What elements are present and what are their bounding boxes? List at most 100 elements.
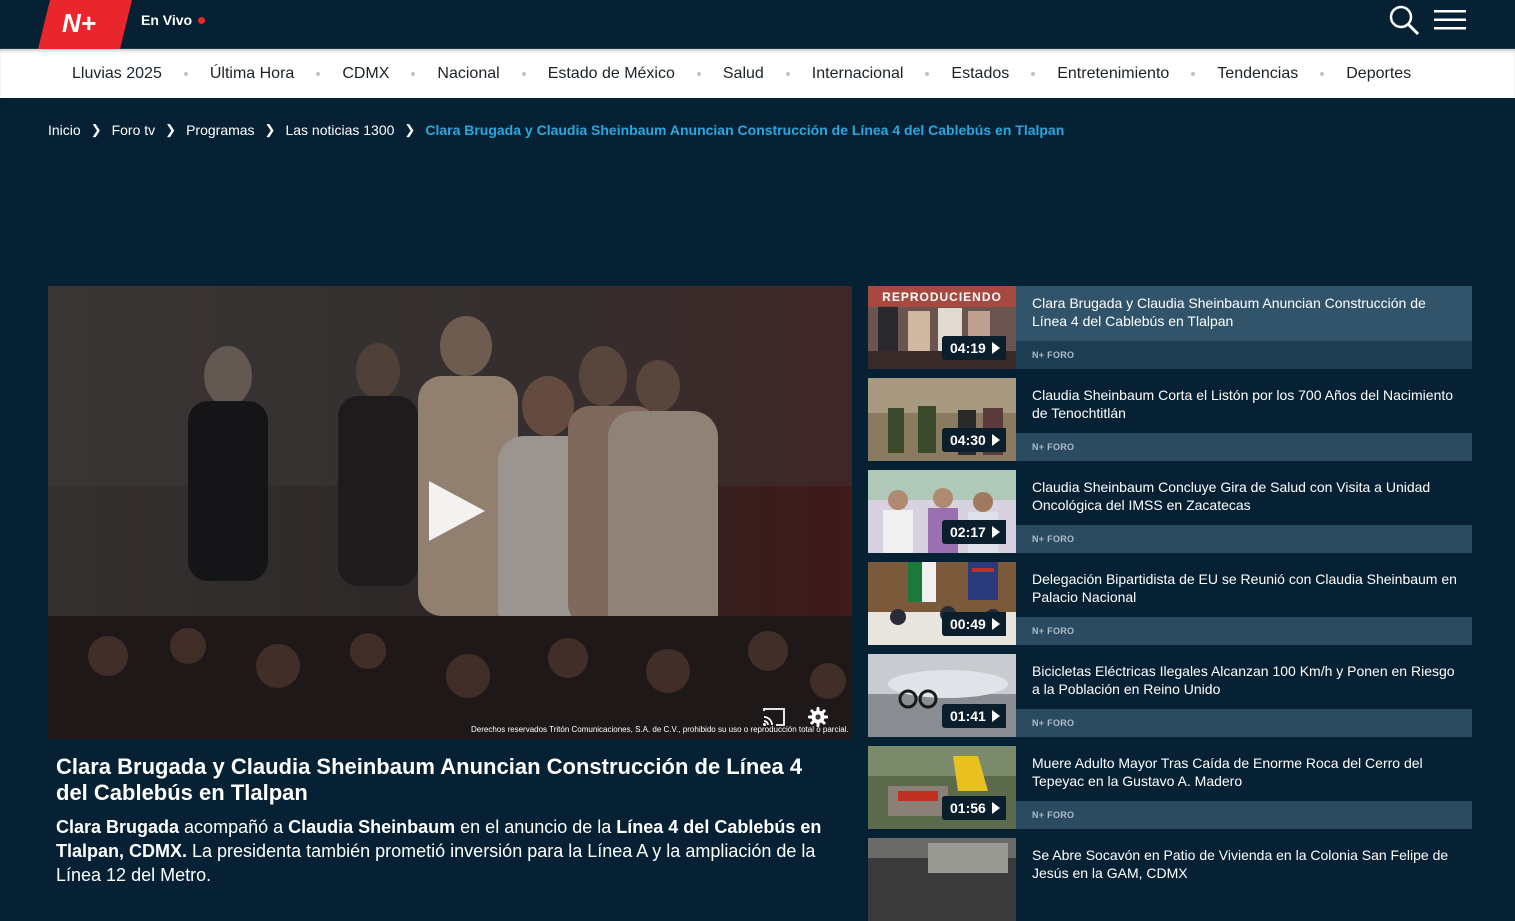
- duration-text: 02:17: [950, 524, 986, 540]
- nav-separator: [1191, 71, 1196, 76]
- live-label: En Vivo: [141, 12, 193, 28]
- play-small-icon: [991, 618, 1000, 630]
- category-nav: Lluvias 2025 Última Hora CDMX Nacional E…: [0, 49, 1515, 98]
- breadcrumb-inicio[interactable]: Inicio: [48, 122, 81, 138]
- nav-item[interactable]: Estados: [951, 65, 1057, 83]
- playlist-item[interactable]: 00:49 Delegación Bipartidista de EU se R…: [868, 562, 1472, 645]
- playlist-thumbnail[interactable]: 00:49: [868, 562, 1016, 645]
- gear-icon[interactable]: [808, 707, 828, 727]
- playlist-item[interactable]: 01:41 Bicicletas Eléctricas Ilegales Alc…: [868, 654, 1472, 737]
- duration-badge: 04:19: [942, 336, 1006, 360]
- cast-icon[interactable]: [762, 707, 786, 727]
- nav-item[interactable]: Internacional: [812, 65, 952, 83]
- breadcrumb-foro-tv[interactable]: Foro tv: [112, 122, 156, 138]
- nav-separator: [1031, 71, 1036, 76]
- playlist-item[interactable]: 01:56 Muere Adulto Mayor Tras Caída de E…: [868, 746, 1472, 829]
- nav-item[interactable]: Tendencias: [1217, 65, 1346, 83]
- playlist-title[interactable]: Delegación Bipartidista de EU se Reunió …: [1032, 570, 1462, 606]
- nav-item[interactable]: Estado de México: [548, 65, 723, 83]
- playlist-item[interactable]: Se Abre Socavón en Patio de Vivienda en …: [868, 838, 1472, 921]
- play-small-icon: [991, 710, 1000, 722]
- duration-badge: 01:56: [942, 796, 1006, 820]
- desc-text: acompañó a: [179, 817, 289, 837]
- playlist-thumbnail[interactable]: [868, 838, 1016, 921]
- live-dot-icon: [198, 17, 206, 24]
- thumbnail-image: [868, 838, 1016, 921]
- search-icon[interactable]: [1388, 4, 1420, 36]
- playlist-item[interactable]: 02:17 Claudia Sheinbaum Concluye Gira de…: [868, 470, 1472, 553]
- play-icon[interactable]: [427, 481, 487, 541]
- video-copyright: Derechos reservados Tritón Comunicacione…: [471, 725, 849, 734]
- now-playing-badge: REPRODUCIENDO: [868, 286, 1016, 307]
- playlist-meta-bar: N+ FORO: [1016, 525, 1472, 553]
- playlist-text[interactable]: Claudia Sheinbaum Concluye Gira de Salud…: [1016, 470, 1472, 553]
- nav-link-estados[interactable]: Estados: [951, 65, 1009, 83]
- chevron-right-icon: ❯: [264, 122, 276, 137]
- playlist-text[interactable]: Delegación Bipartidista de EU se Reunió …: [1016, 562, 1472, 645]
- playlist-title[interactable]: Clara Brugada y Claudia Sheinbaum Anunci…: [1032, 294, 1462, 330]
- playlist-tag: N+ FORO: [1032, 810, 1075, 820]
- playlist-item[interactable]: 04:30 Claudia Sheinbaum Corta el Listón …: [868, 378, 1472, 461]
- desc-text: en el anuncio de la: [455, 817, 617, 837]
- nav-link-cdmx[interactable]: CDMX: [342, 65, 389, 83]
- playlist-thumbnail[interactable]: 04:30: [868, 378, 1016, 461]
- breadcrumb-las-noticias[interactable]: Las noticias 1300: [285, 122, 394, 138]
- chevron-right-icon: ❯: [404, 122, 416, 137]
- nav-item[interactable]: CDMX: [342, 65, 437, 83]
- duration-badge: 00:49: [942, 612, 1006, 636]
- play-small-icon: [991, 802, 1000, 814]
- playlist-tag: N+ FORO: [1032, 718, 1075, 728]
- live-link[interactable]: En Vivo: [141, 12, 206, 28]
- playlist-title[interactable]: Muere Adulto Mayor Tras Caída de Enorme …: [1032, 754, 1462, 790]
- play-small-icon: [991, 434, 1000, 446]
- breadcrumb-current: Clara Brugada y Claudia Sheinbaum Anunci…: [425, 122, 1065, 138]
- playlist-meta-bar: N+ FORO: [1016, 709, 1472, 737]
- hamburger-menu-icon[interactable]: [1434, 8, 1466, 32]
- nav-item[interactable]: Deportes: [1346, 65, 1411, 83]
- nav-link-nacional[interactable]: Nacional: [437, 65, 499, 83]
- nav-link-lluvias[interactable]: Lluvias 2025: [72, 65, 162, 83]
- playlist-meta-bar: N+ FORO: [1016, 801, 1472, 829]
- video-title: Clara Brugada y Claudia Sheinbaum Anunci…: [56, 754, 803, 805]
- playlist-text[interactable]: Muere Adulto Mayor Tras Caída de Enorme …: [1016, 746, 1472, 829]
- nav-link-tendencias[interactable]: Tendencias: [1217, 65, 1298, 83]
- playlist-thumbnail[interactable]: 01:56: [868, 746, 1016, 829]
- nav-link-estado-de-mexico[interactable]: Estado de México: [548, 65, 675, 83]
- playlist-item[interactable]: REPRODUCIENDO 04:19 Clara Brugada y Clau…: [868, 286, 1472, 369]
- playlist-thumbnail[interactable]: REPRODUCIENDO 04:19: [868, 286, 1016, 369]
- nav-separator: [785, 71, 790, 76]
- playlist-text[interactable]: Se Abre Socavón en Patio de Vivienda en …: [1016, 838, 1472, 921]
- nplus-logo[interactable]: N+: [38, 0, 132, 49]
- playlist-thumbnail[interactable]: 02:17: [868, 470, 1016, 553]
- nav-item[interactable]: Última Hora: [210, 65, 342, 83]
- playlist-text[interactable]: Claudia Sheinbaum Corta el Listón por lo…: [1016, 378, 1472, 461]
- playlist-title[interactable]: Claudia Sheinbaum Corta el Listón por lo…: [1032, 386, 1462, 422]
- duration-badge: 04:30: [942, 428, 1006, 452]
- playlist-title[interactable]: Claudia Sheinbaum Concluye Gira de Salud…: [1032, 478, 1462, 514]
- nav-separator: [696, 71, 701, 76]
- duration-text: 01:56: [950, 800, 986, 816]
- nav-item[interactable]: Salud: [723, 65, 812, 83]
- desc-bold: Clara Brugada: [56, 817, 180, 837]
- duration-text: 04:30: [950, 432, 986, 448]
- nav-item[interactable]: Entretenimiento: [1057, 65, 1217, 83]
- nav-item[interactable]: Nacional: [437, 65, 547, 83]
- nav-link-salud[interactable]: Salud: [723, 65, 764, 83]
- playlist-title[interactable]: Bicicletas Eléctricas Ilegales Alcanzan …: [1032, 662, 1462, 698]
- duration-badge: 01:41: [942, 704, 1006, 728]
- nav-link-deportes[interactable]: Deportes: [1346, 65, 1411, 83]
- nav-link-ultima-hora[interactable]: Última Hora: [210, 65, 294, 83]
- nav-separator: [521, 71, 526, 76]
- nav-item[interactable]: Lluvias 2025: [72, 65, 210, 83]
- playlist-text[interactable]: Clara Brugada y Claudia Sheinbaum Anunci…: [1016, 286, 1472, 369]
- nav-link-internacional[interactable]: Internacional: [812, 65, 904, 83]
- playlist-thumbnail[interactable]: 01:41: [868, 654, 1016, 737]
- play-small-icon: [991, 526, 1000, 538]
- playlist-text[interactable]: Bicicletas Eléctricas Ilegales Alcanzan …: [1016, 654, 1472, 737]
- nav-link-entretenimiento[interactable]: Entretenimiento: [1057, 65, 1169, 83]
- playlist-tag: N+ FORO: [1032, 534, 1075, 544]
- chevron-right-icon: ❯: [90, 122, 102, 137]
- nav-separator: [925, 71, 930, 76]
- duration-text: 00:49: [950, 616, 986, 632]
- breadcrumb-programas[interactable]: Programas: [186, 122, 254, 138]
